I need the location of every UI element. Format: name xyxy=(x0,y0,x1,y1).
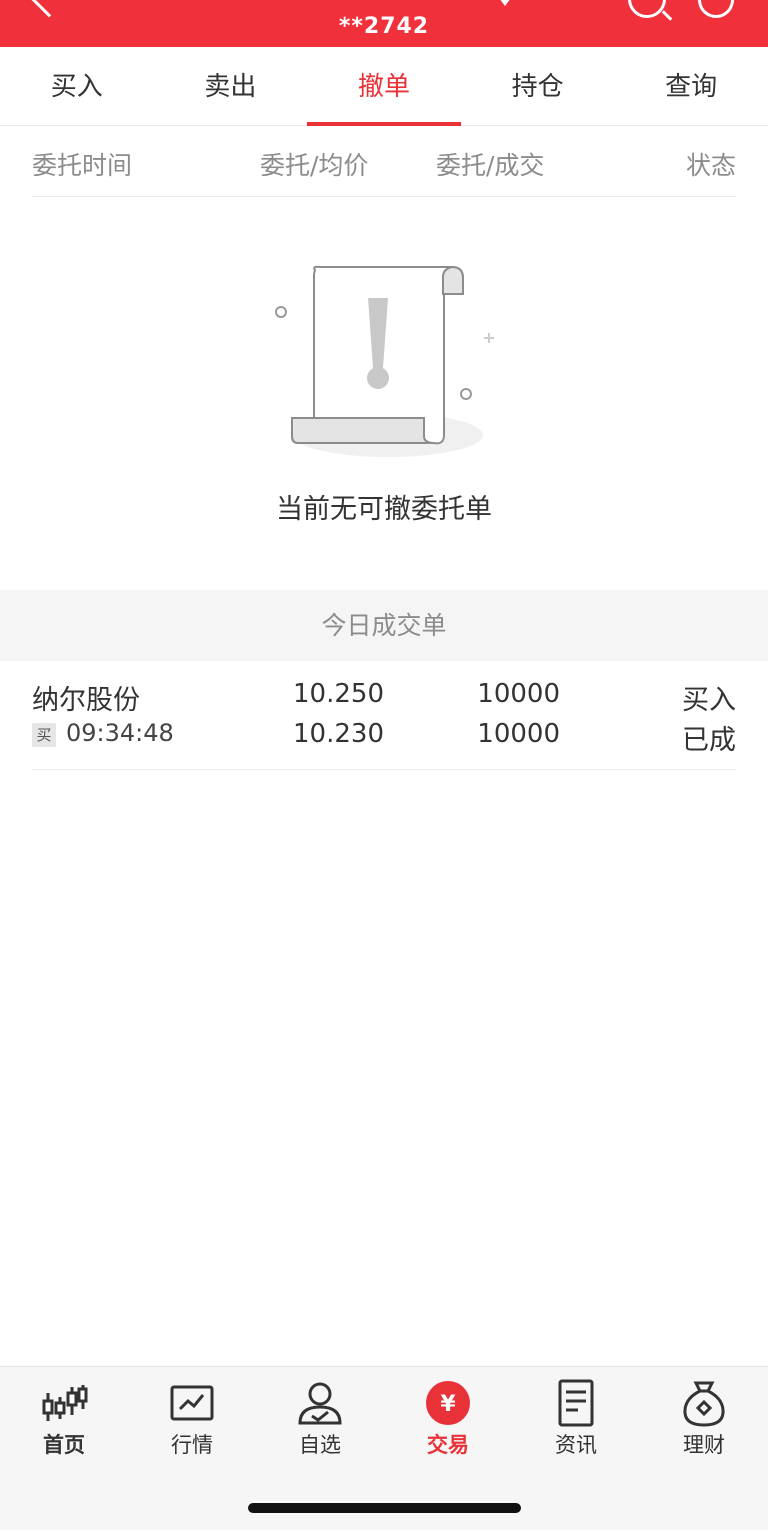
home-indicator xyxy=(248,1503,521,1513)
section-title: 今日成交单 xyxy=(0,590,768,661)
tab-sell[interactable]: 卖出 xyxy=(154,47,308,125)
empty-message: 当前无可撤委托单 xyxy=(276,494,492,525)
nav-label: 资讯 xyxy=(555,1433,597,1457)
chart-icon xyxy=(170,1385,214,1421)
nav-trade[interactable]: ¥ 交易 xyxy=(384,1367,512,1467)
side-badge: 买 xyxy=(32,723,56,747)
tab-positions[interactable]: 持仓 xyxy=(461,47,615,125)
nav-label: 行情 xyxy=(171,1433,213,1457)
nav-market[interactable]: 行情 xyxy=(128,1367,256,1467)
yuan-icon: ¥ xyxy=(426,1381,470,1425)
order-qty: 10000 xyxy=(477,679,560,709)
stock-name: 纳尔股份 xyxy=(32,685,140,716)
account-number[interactable]: **2742 xyxy=(0,14,768,39)
column-status: 状态 xyxy=(685,151,736,180)
nav-home[interactable]: 首页 xyxy=(0,1367,128,1467)
nav-news[interactable]: 资讯 xyxy=(512,1367,640,1467)
trade-time: 09:34:48 xyxy=(66,719,174,747)
nav-watchlist[interactable]: 自选 xyxy=(256,1367,384,1467)
svg-text:¥: ¥ xyxy=(440,1392,456,1417)
empty-document-icon xyxy=(275,265,494,457)
filled-qty: 10000 xyxy=(477,719,560,749)
app-header: **2742 xyxy=(0,0,768,47)
money-bag-icon xyxy=(683,1381,725,1427)
nav-label: 交易 xyxy=(427,1433,469,1457)
candlestick-icon xyxy=(42,1385,88,1421)
tab-cancel[interactable]: 撤单 xyxy=(307,47,461,126)
nav-label: 首页 xyxy=(43,1433,85,1457)
table-row[interactable]: 纳尔股份 买 09:34:48 10.250 10.230 10000 1000… xyxy=(32,661,736,770)
nav-label: 理财 xyxy=(683,1433,725,1457)
column-header: 委托时间 委托/均价 委托/成交 状态 xyxy=(32,126,736,197)
trade-direction: 买入 xyxy=(682,685,736,716)
document-icon xyxy=(558,1379,594,1427)
tab-buy[interactable]: 买入 xyxy=(0,47,154,125)
nav-wealth[interactable]: 理财 xyxy=(640,1367,768,1467)
empty-state: 当前无可撤委托单 xyxy=(0,250,768,550)
column-price: 委托/均价 xyxy=(260,151,369,180)
column-qty: 委托/成交 xyxy=(436,151,545,180)
user-icon xyxy=(298,1382,342,1425)
order-price: 10.250 xyxy=(293,679,384,709)
avg-price: 10.230 xyxy=(293,719,384,749)
trade-tabs: 买入 卖出 撤单 持仓 查询 xyxy=(0,47,768,126)
tab-query[interactable]: 查询 xyxy=(614,47,768,125)
chevron-down-icon[interactable] xyxy=(496,0,514,6)
nav-label: 自选 xyxy=(299,1433,341,1457)
column-time: 委托时间 xyxy=(32,151,133,180)
trade-status: 已成 xyxy=(682,725,736,756)
